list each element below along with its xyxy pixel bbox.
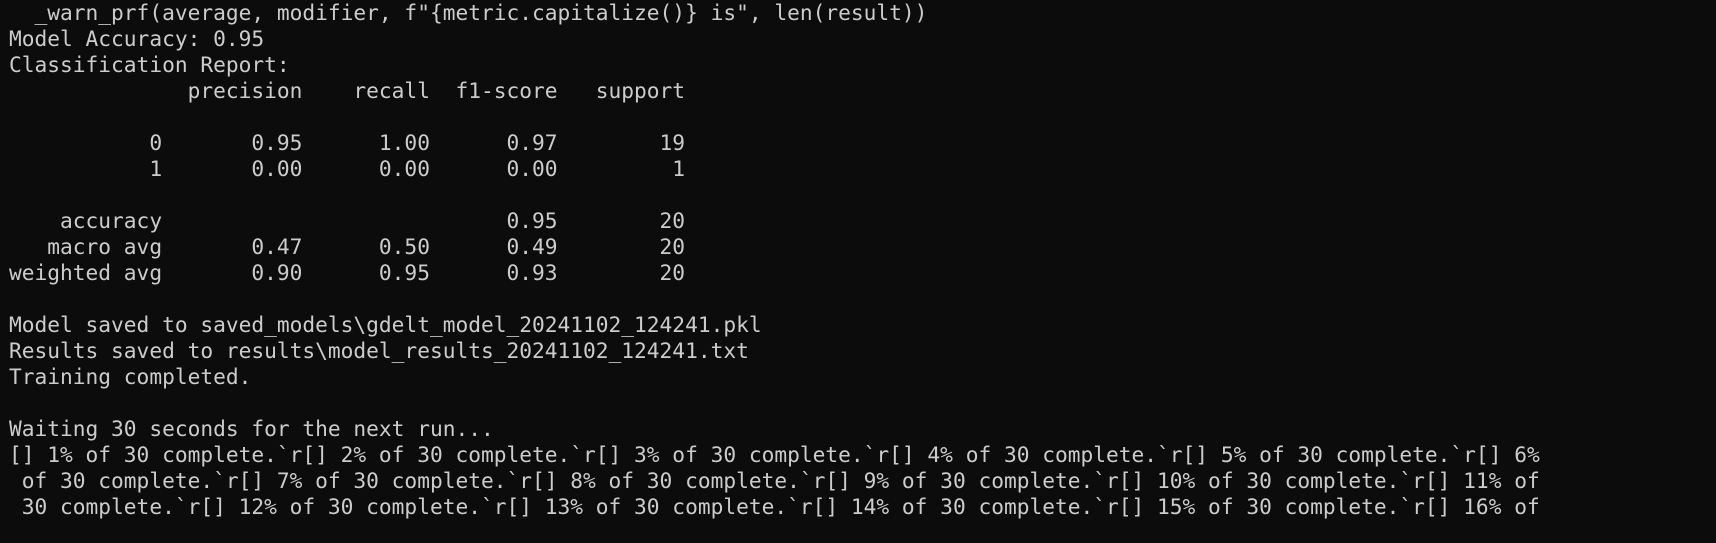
warning-line: _warn_prf(average, modifier, f"{metric.c…: [9, 0, 928, 25]
report-row-class-0: 0 0.95 1.00 0.97 19: [9, 130, 686, 155]
report-title-line: Classification Report:: [9, 52, 290, 77]
report-row-macro-avg: macro avg 0.47 0.50 0.49 20: [9, 234, 686, 259]
report-row-class-1: 1 0.00 0.00 0.00 1: [9, 156, 686, 181]
model-saved-line: Model saved to saved_models\gdelt_model_…: [9, 312, 762, 337]
progress-line: [] 1% of 30 complete.`r[] 2% of 30 compl…: [9, 442, 1540, 467]
waiting-line: Waiting 30 seconds for the next run...: [9, 416, 494, 441]
progress-line: of 30 complete.`r[] 7% of 30 complete.`r…: [9, 468, 1540, 493]
accuracy-line: Model Accuracy: 0.95: [9, 26, 265, 51]
training-completed-line: Training completed.: [9, 364, 252, 389]
progress-line: 30 complete.`r[] 12% of 30 complete.`r[]…: [9, 494, 1540, 519]
report-row-weighted-avg: weighted avg 0.90 0.95 0.93 20: [9, 260, 686, 285]
results-saved-line: Results saved to results\model_results_2…: [9, 338, 749, 363]
terminal-output[interactable]: _warn_prf(average, modifier, f"{metric.c…: [0, 0, 1716, 543]
report-row-accuracy: accuracy 0.95 20: [9, 208, 686, 233]
report-header-row: precision recall f1-score support: [9, 78, 686, 103]
